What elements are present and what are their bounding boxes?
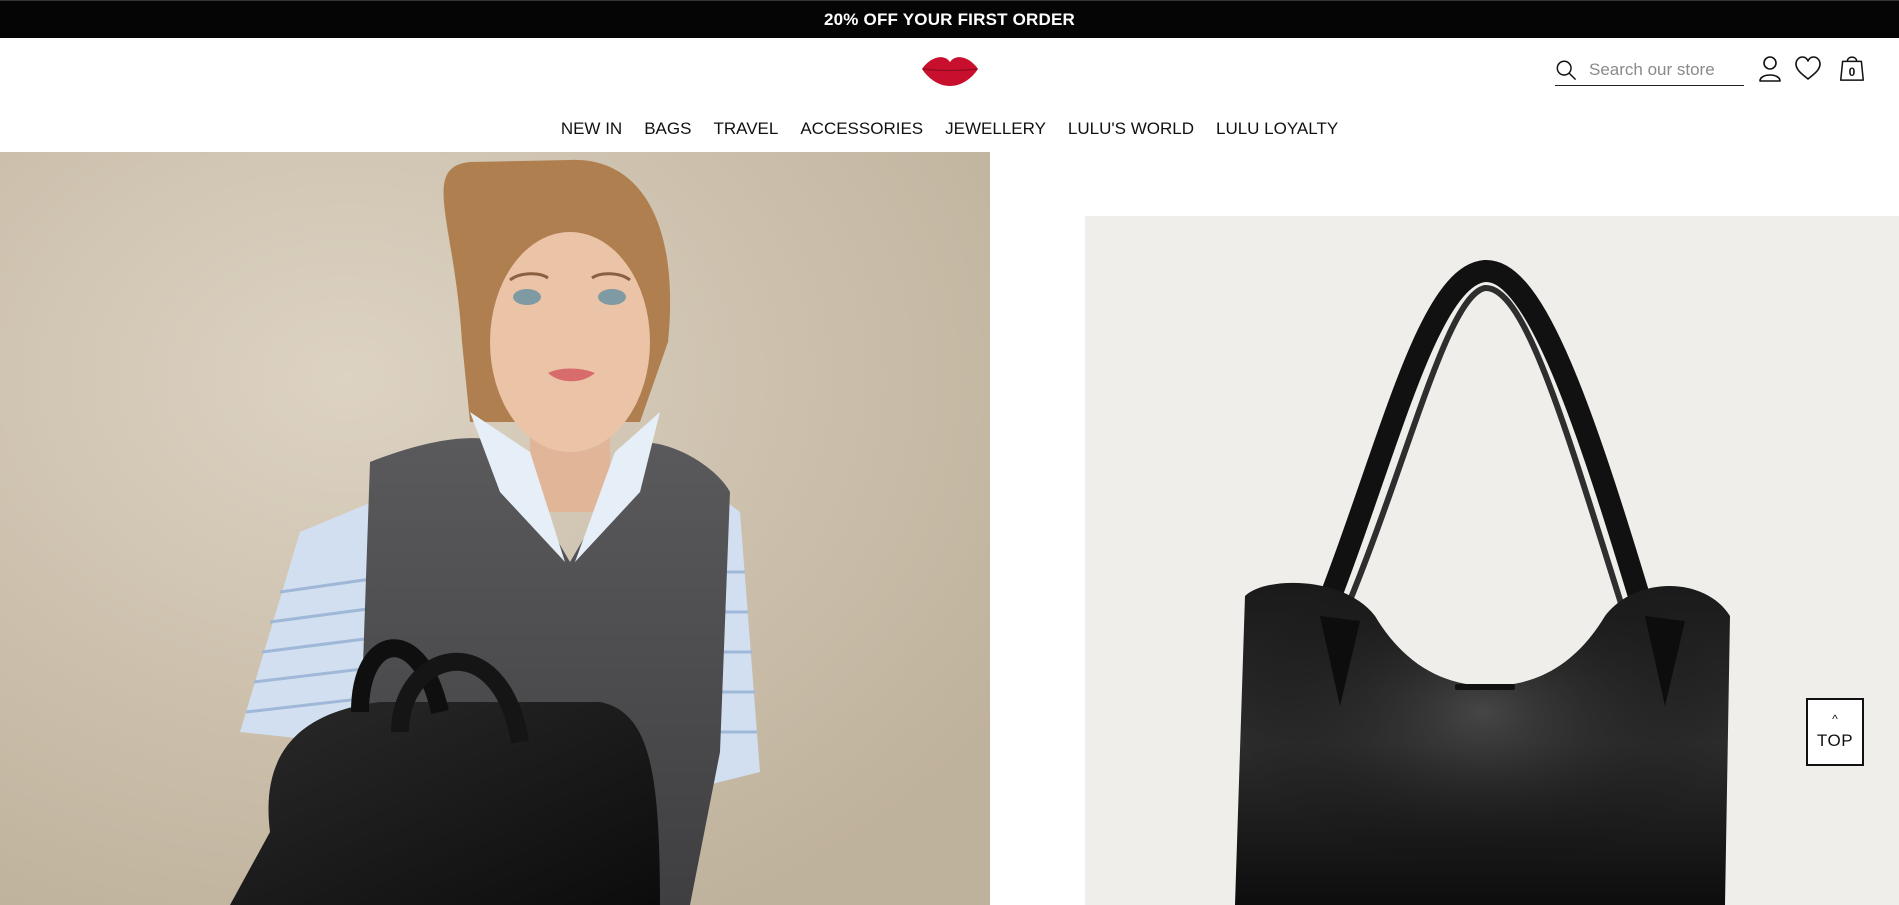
promo-banner[interactable]: 20% OFF YOUR FIRST ORDER: [0, 0, 1899, 38]
nav-item-new-in[interactable]: NEW IN: [550, 114, 633, 144]
nav-item-bags[interactable]: BAGS: [633, 114, 702, 144]
lips-logo-icon: [922, 57, 978, 86]
hero-product-image[interactable]: [1085, 216, 1899, 905]
chevron-up-icon: ^: [1832, 712, 1838, 726]
scroll-to-top-button[interactable]: ^ TOP: [1806, 698, 1864, 766]
site-header: 0 NEW IN BAGS TRAVEL ACCESSORIES JEWELLE…: [0, 38, 1899, 152]
scroll-to-top-label: TOP: [1816, 731, 1854, 750]
nav-item-travel[interactable]: TRAVEL: [702, 114, 789, 144]
main-nav: NEW IN BAGS TRAVEL ACCESSORIES JEWELLERY…: [0, 114, 1899, 144]
nav-item-jewellery[interactable]: JEWELLERY: [934, 114, 1057, 144]
nav-item-lulu-loyalty[interactable]: LULU LOYALTY: [1205, 114, 1349, 144]
model-illustration: [0, 152, 990, 905]
promo-text: 20% OFF YOUR FIRST ORDER: [823, 9, 1076, 29]
search-input[interactable]: [1589, 55, 1739, 84]
wishlist-button[interactable]: [1794, 54, 1822, 84]
bag-count: 0: [1848, 65, 1856, 79]
shopping-bag-button[interactable]: 0: [1838, 52, 1866, 82]
search-bar: [1555, 54, 1744, 86]
heart-icon: [1795, 56, 1821, 80]
nav-item-accessories[interactable]: ACCESSORIES: [789, 114, 934, 144]
hero-model-image[interactable]: [0, 152, 990, 905]
tote-bag-illustration: [1085, 216, 1899, 905]
search-icon[interactable]: [1555, 59, 1577, 81]
nav-item-lulus-world[interactable]: LULU'S WORLD: [1057, 114, 1205, 144]
account-button[interactable]: [1756, 54, 1784, 84]
brand-logo[interactable]: [920, 52, 980, 88]
account-icon: [1759, 56, 1781, 82]
